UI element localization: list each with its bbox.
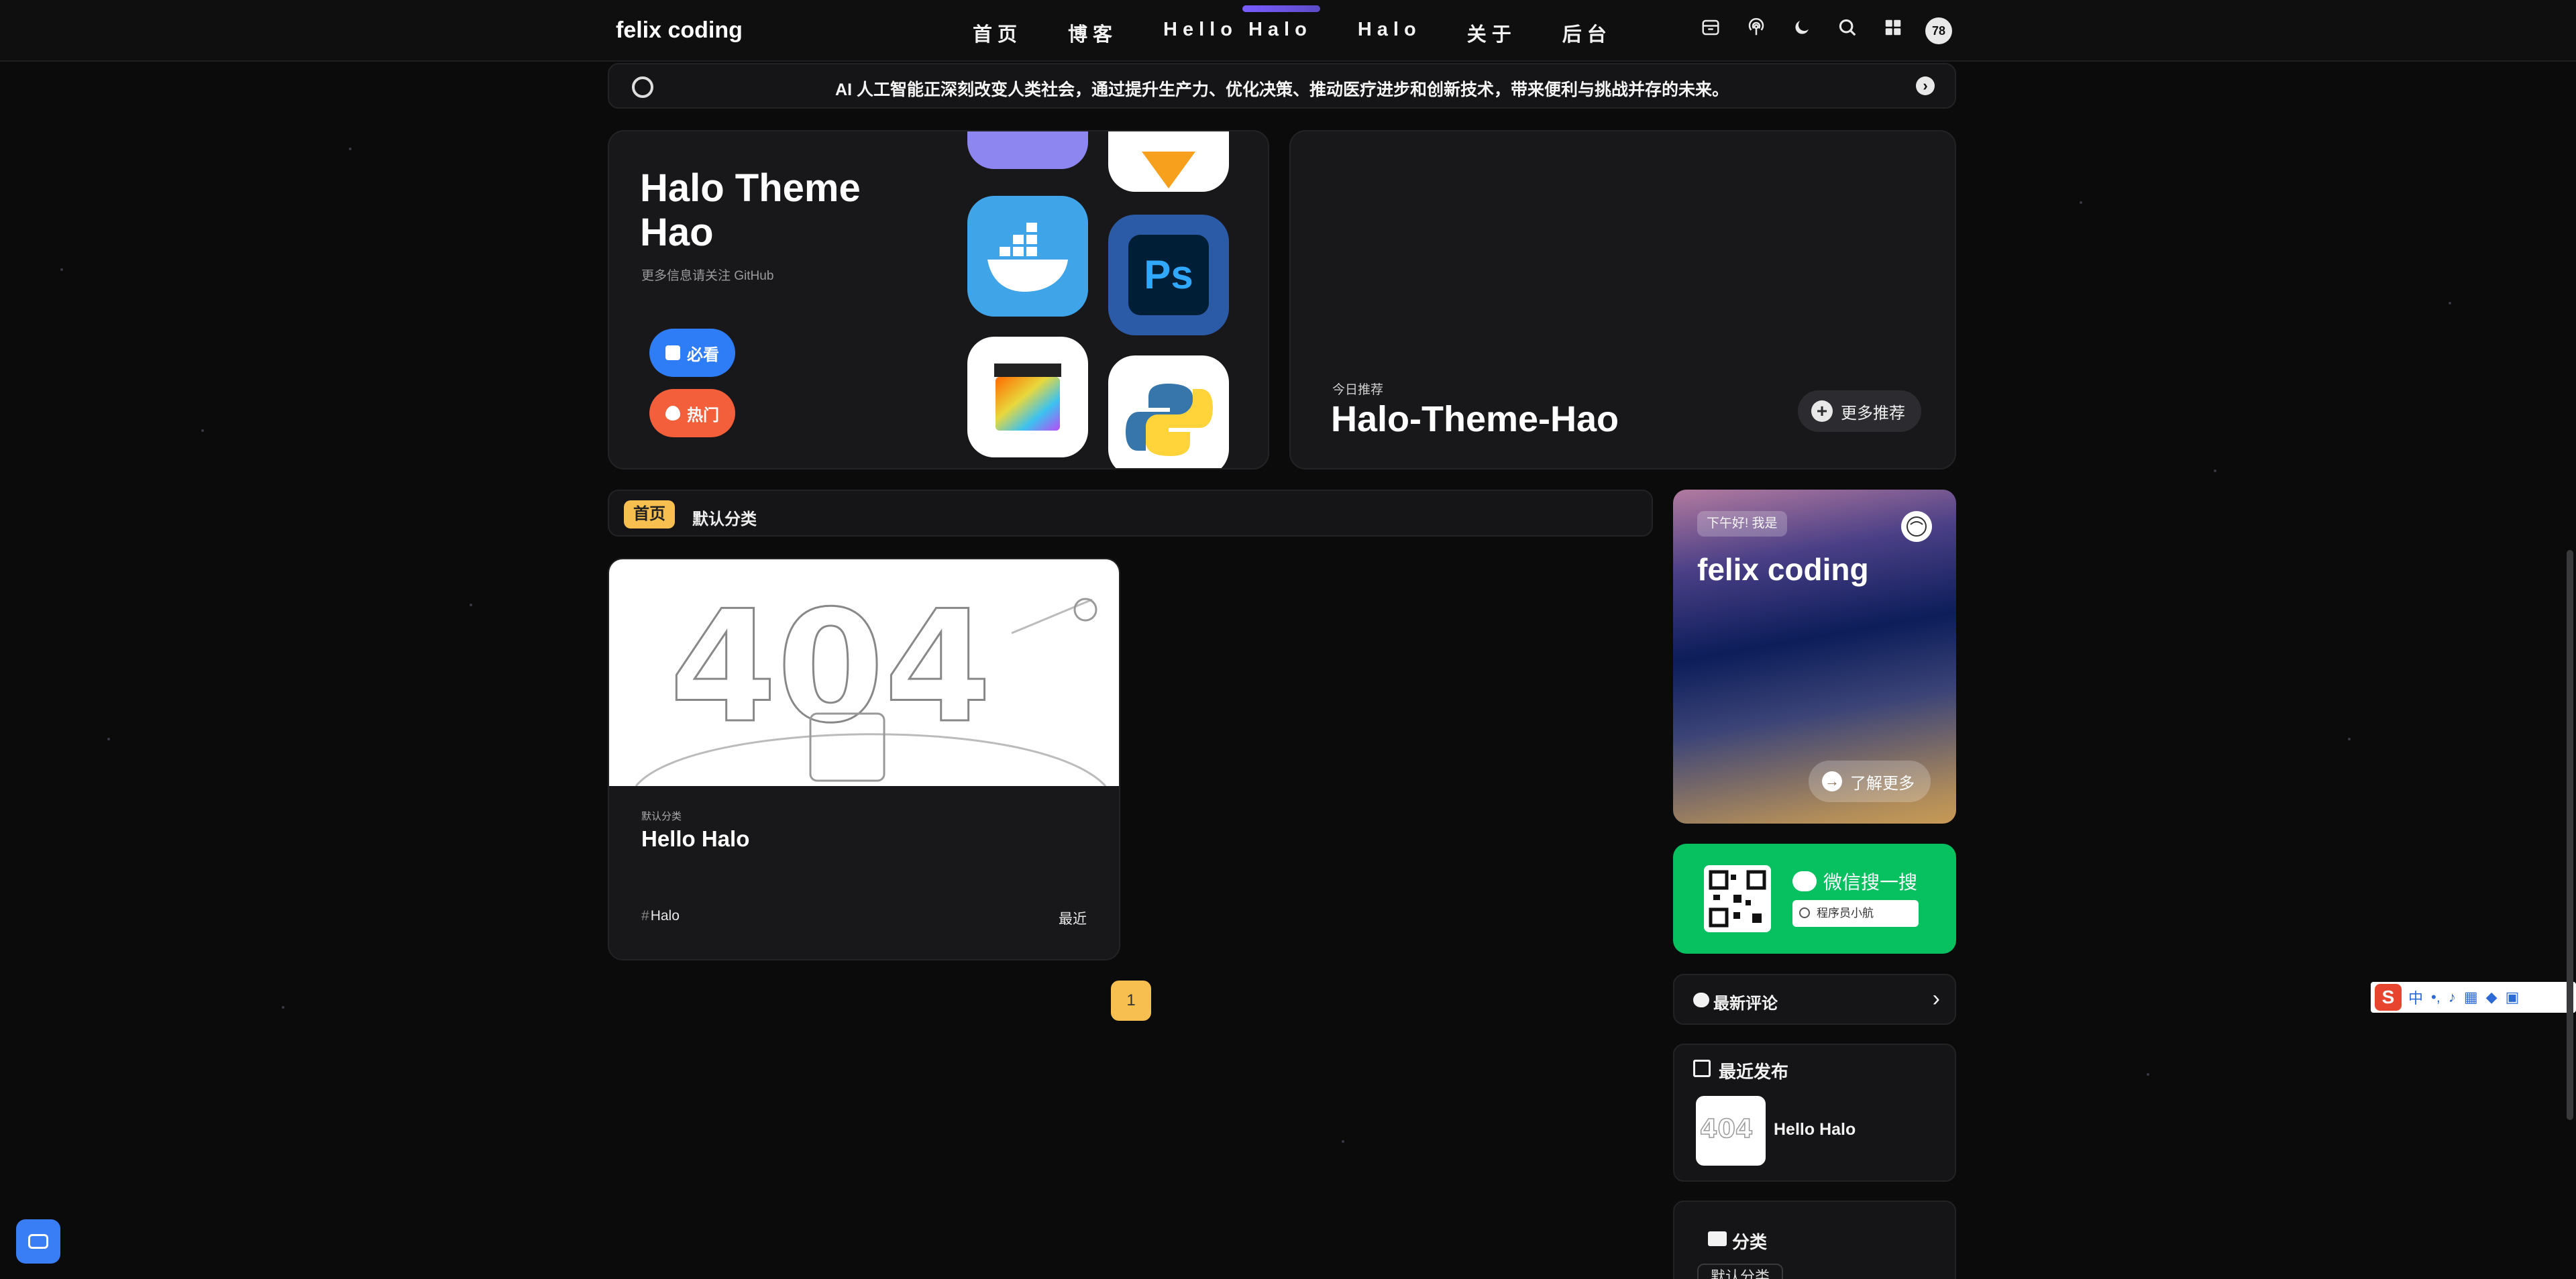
moon-icon[interactable] xyxy=(1788,17,1815,44)
chevron-right-icon[interactable]: › xyxy=(1933,986,1940,1012)
recent-post-title[interactable]: Hello Halo xyxy=(1774,1120,1856,1139)
grid-icon[interactable] xyxy=(1880,17,1907,44)
archive-icon[interactable] xyxy=(1697,17,1724,44)
skin-icon[interactable]: ◆ xyxy=(2486,989,2498,1006)
author-profile-card: 下午好! 我是 felix coding → 了解更多 xyxy=(1673,490,1956,824)
photoshop-icon: Ps xyxy=(1108,215,1229,335)
image-404-text: 404 xyxy=(669,578,991,757)
hot-label: 热门 xyxy=(687,406,719,425)
recent-posts-widget: 最近发布 404 Hello Halo xyxy=(1673,1044,1956,1182)
announcement-text: AI 人工智能正深刻改变人类社会，通过提升生产力、优化决策、推动医疗进步和创新技… xyxy=(835,80,1729,99)
greeting-badge: 下午好! 我是 xyxy=(1697,511,1787,537)
arrow-right-icon: → xyxy=(1822,771,1842,791)
top-navbar: felix coding 首页 博客 Hello Halo Halo 关于 后台… xyxy=(0,0,2576,62)
announcement-bar[interactable]: AI 人工智能正深刻改变人类社会，通过提升生产力、优化决策、推动医疗进步和创新技… xyxy=(608,63,1956,109)
thumb-404-text: 404 xyxy=(1700,1114,1753,1144)
fire-icon xyxy=(665,406,680,421)
wechat-title: 微信搜一搜 xyxy=(1792,868,1917,895)
wechat-title-label: 微信搜一搜 xyxy=(1823,872,1918,893)
must-see-label: 必看 xyxy=(687,345,719,364)
hot-button[interactable]: 热门 xyxy=(649,389,735,437)
latest-comments-widget[interactable]: 最新评论 › xyxy=(1673,974,1956,1025)
learn-more-button[interactable]: → 了解更多 xyxy=(1809,761,1931,802)
pagination-page-1[interactable]: 1 xyxy=(1111,981,1151,1021)
hero-subtitle: 更多信息请关注 GitHub xyxy=(641,269,774,283)
ime-mode[interactable]: 中 xyxy=(2408,987,2423,1008)
category-bar: 首页 默认分类 xyxy=(608,490,1653,537)
recent-posts-title: 最近发布 xyxy=(1719,1062,1789,1082)
chatbot-button[interactable] xyxy=(16,1219,60,1264)
punctuation-icon[interactable]: •, xyxy=(2431,989,2440,1006)
menu-item-home[interactable]: 首页 xyxy=(973,19,1022,47)
page-scrollbar[interactable] xyxy=(2567,550,2573,1120)
post-time: 最近 xyxy=(1059,911,1087,927)
nav-actions: 78 xyxy=(1697,17,1952,44)
sogou-logo: S xyxy=(2375,984,2402,1011)
category-tab-default[interactable]: 默认分类 xyxy=(692,506,757,529)
post-cover-image[interactable]: 404 xyxy=(609,559,1119,787)
latest-comments-title: 最新评论 xyxy=(1713,995,1778,1013)
author-name: felix coding xyxy=(1697,552,1869,587)
microphone-icon[interactable]: ♪ xyxy=(2449,989,2456,1006)
post-title[interactable]: Hello Halo xyxy=(641,826,749,852)
hero-title: Halo Theme Hao xyxy=(640,166,861,254)
menu-item-admin[interactable]: 后台 xyxy=(1562,19,1612,47)
wechat-search-card[interactable]: 微信搜一搜 程序员小航 xyxy=(1673,844,1956,954)
sketch-icon xyxy=(1108,131,1229,192)
active-menu-indicator xyxy=(1242,5,1320,12)
search-icon xyxy=(1799,907,1810,918)
more-recommend-button[interactable]: + 更多推荐 xyxy=(1798,390,1921,432)
arrow-right-icon[interactable]: › xyxy=(1916,76,1935,95)
podcast-icon[interactable] xyxy=(1743,17,1770,44)
python-icon xyxy=(1108,355,1229,468)
category-tab-home[interactable]: 首页 xyxy=(624,500,675,529)
folder-icon xyxy=(1708,1231,1727,1246)
today-title[interactable]: Halo-Theme-Hao xyxy=(1331,398,1619,440)
categories-widget: 分类 默认分类 xyxy=(1673,1201,1956,1279)
site-logo[interactable]: felix coding xyxy=(616,17,743,44)
hash-icon: # xyxy=(641,908,649,924)
post-category[interactable]: 默认分类 xyxy=(641,809,682,823)
wechat-search-field[interactable]: 程序员小航 xyxy=(1792,900,1919,927)
main-menu: 首页 博客 Hello Halo Halo 关于 后台 xyxy=(973,19,1658,47)
user-avatar[interactable]: 78 xyxy=(1925,17,1952,44)
map-icon xyxy=(1693,1060,1711,1077)
wechat-icon xyxy=(1792,871,1817,891)
must-see-button[interactable]: 必看 xyxy=(649,329,735,377)
category-chip-default[interactable]: 默认分类 xyxy=(1697,1264,1784,1279)
qr-code xyxy=(1704,865,1771,932)
recent-post-thumbnail[interactable]: 404 xyxy=(1696,1096,1766,1166)
comment-icon xyxy=(1693,993,1709,1007)
menu-item-halo[interactable]: Halo xyxy=(1358,19,1421,47)
post-tag[interactable]: #Halo xyxy=(641,908,680,924)
post-card[interactable]: 404 默认分类 Hello Halo #Halo 最近 xyxy=(608,558,1120,960)
toolbox-icon[interactable]: ▣ xyxy=(2506,989,2520,1006)
keyboard-icon[interactable]: ▦ xyxy=(2464,989,2478,1006)
menu-item-about[interactable]: 关于 xyxy=(1467,19,1517,47)
robot-icon xyxy=(28,1234,48,1249)
wechat-search-value: 程序员小航 xyxy=(1817,907,1874,920)
learn-more-label: 了解更多 xyxy=(1850,774,1915,793)
ps-label: Ps xyxy=(1128,235,1209,315)
starfield-background xyxy=(0,0,2576,1279)
final-cut-pro-icon xyxy=(967,337,1088,457)
menu-item-blog[interactable]: 博客 xyxy=(1068,19,1118,47)
app-tile-top-left xyxy=(967,131,1088,169)
more-recommend-label: 更多推荐 xyxy=(1841,404,1905,423)
categories-title: 分类 xyxy=(1732,1232,1768,1252)
plus-icon: + xyxy=(1811,400,1833,422)
author-avatar[interactable] xyxy=(1901,511,1932,542)
today-recommend-card[interactable]: 今日推荐 Halo-Theme-Hao + 更多推荐 xyxy=(1289,130,1956,469)
search-icon[interactable] xyxy=(1834,17,1861,44)
hero-card: Halo Theme Hao 更多信息请关注 GitHub 必看 热门 Ps xyxy=(608,130,1269,469)
today-label: 今日推荐 xyxy=(1332,383,1384,397)
docker-icon xyxy=(967,196,1088,317)
menu-item-hello-halo[interactable]: Hello Halo xyxy=(1163,19,1312,47)
book-icon xyxy=(665,345,680,360)
post-tag-label: Halo xyxy=(650,908,680,924)
ime-toolbar[interactable]: S 中 •, ♪ ▦ ◆ ▣ xyxy=(2371,982,2576,1013)
